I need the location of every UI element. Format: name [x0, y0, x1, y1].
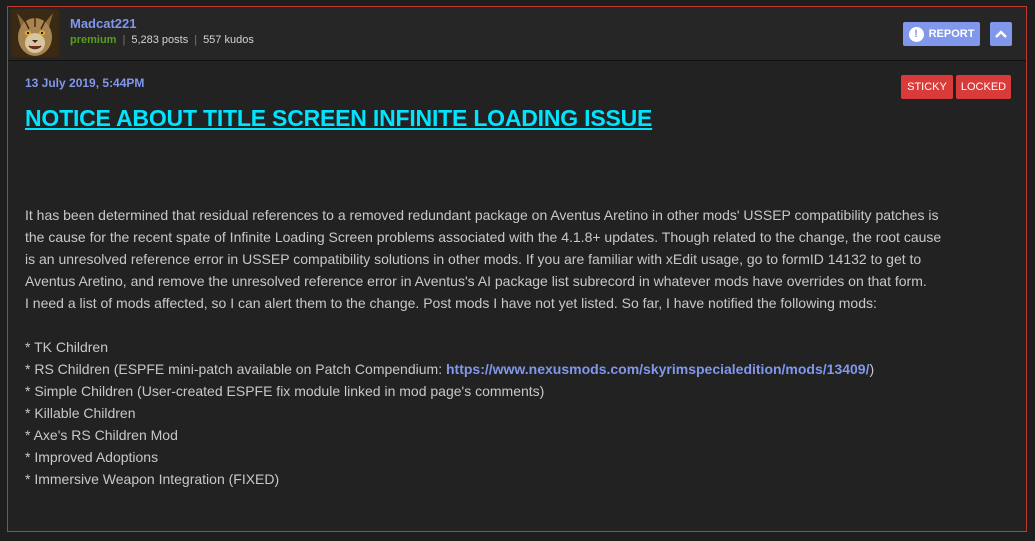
report-button[interactable]: ! REPORT [903, 22, 980, 46]
locked-badge: LOCKED [956, 75, 1011, 99]
meta-divider: | [194, 34, 198, 46]
mod-link[interactable]: https://www.nexusmods.com/skyrimspeciale… [446, 361, 870, 377]
alert-icon: ! [908, 26, 924, 42]
list-item: * Killable Children [25, 405, 136, 421]
post-header: Madcat221 premium | 5,283 posts | 557 kudos … [8, 7, 1026, 61]
post-body: It has been determined that residual ref… [25, 204, 1015, 490]
meta-divider: | [122, 34, 126, 46]
sticky-badge: STICKY [901, 75, 953, 99]
cat-avatar-icon[interactable] [11, 9, 59, 57]
forum-post: Madcat221 premium | 5,283 posts | 557 kudos … [7, 6, 1027, 532]
body-line: the cause for the recent spate of Infini… [25, 229, 942, 245]
author-kudos: 557 kudos [203, 34, 254, 46]
post-date: 13 July 2019, 5:44PM [25, 76, 145, 90]
author-posts: 5,283 posts [131, 34, 189, 46]
list-item: * Improved Adoptions [25, 449, 159, 465]
report-label: REPORT [928, 28, 975, 40]
collapse-button[interactable] [990, 22, 1012, 46]
post-title: NOTICE ABOUT TITLE SCREEN INFINITE LOADI… [25, 105, 653, 131]
author-meta: premium | 5,283 posts | 557 kudos [70, 34, 254, 46]
list-item: * Immersive Weapon Integration (FIXED) [25, 471, 280, 487]
list-item-text: * RS Children (ESPFE mini-patch availabl… [25, 361, 446, 377]
list-item: * TK Children [25, 339, 109, 355]
body-line: I need a list of mods affected, so I can… [25, 295, 877, 311]
author-rank: premium [70, 34, 117, 46]
list-item: * Axe's RS Children Mod [25, 427, 178, 443]
body-line: It has been determined that residual ref… [25, 207, 939, 223]
body-line: is an unresolved reference error in USSE… [25, 251, 922, 267]
list-item: * RS Children (ESPFE mini-patch availabl… [25, 358, 1015, 380]
body-line: Aventus Aretino, and remove the unresolv… [25, 273, 927, 289]
author-username[interactable]: Madcat221 [70, 16, 136, 31]
list-item: * Simple Children (User-created ESPFE fi… [25, 383, 545, 399]
list-item-text: ) [869, 361, 875, 377]
chevron-up-icon [995, 30, 1007, 38]
